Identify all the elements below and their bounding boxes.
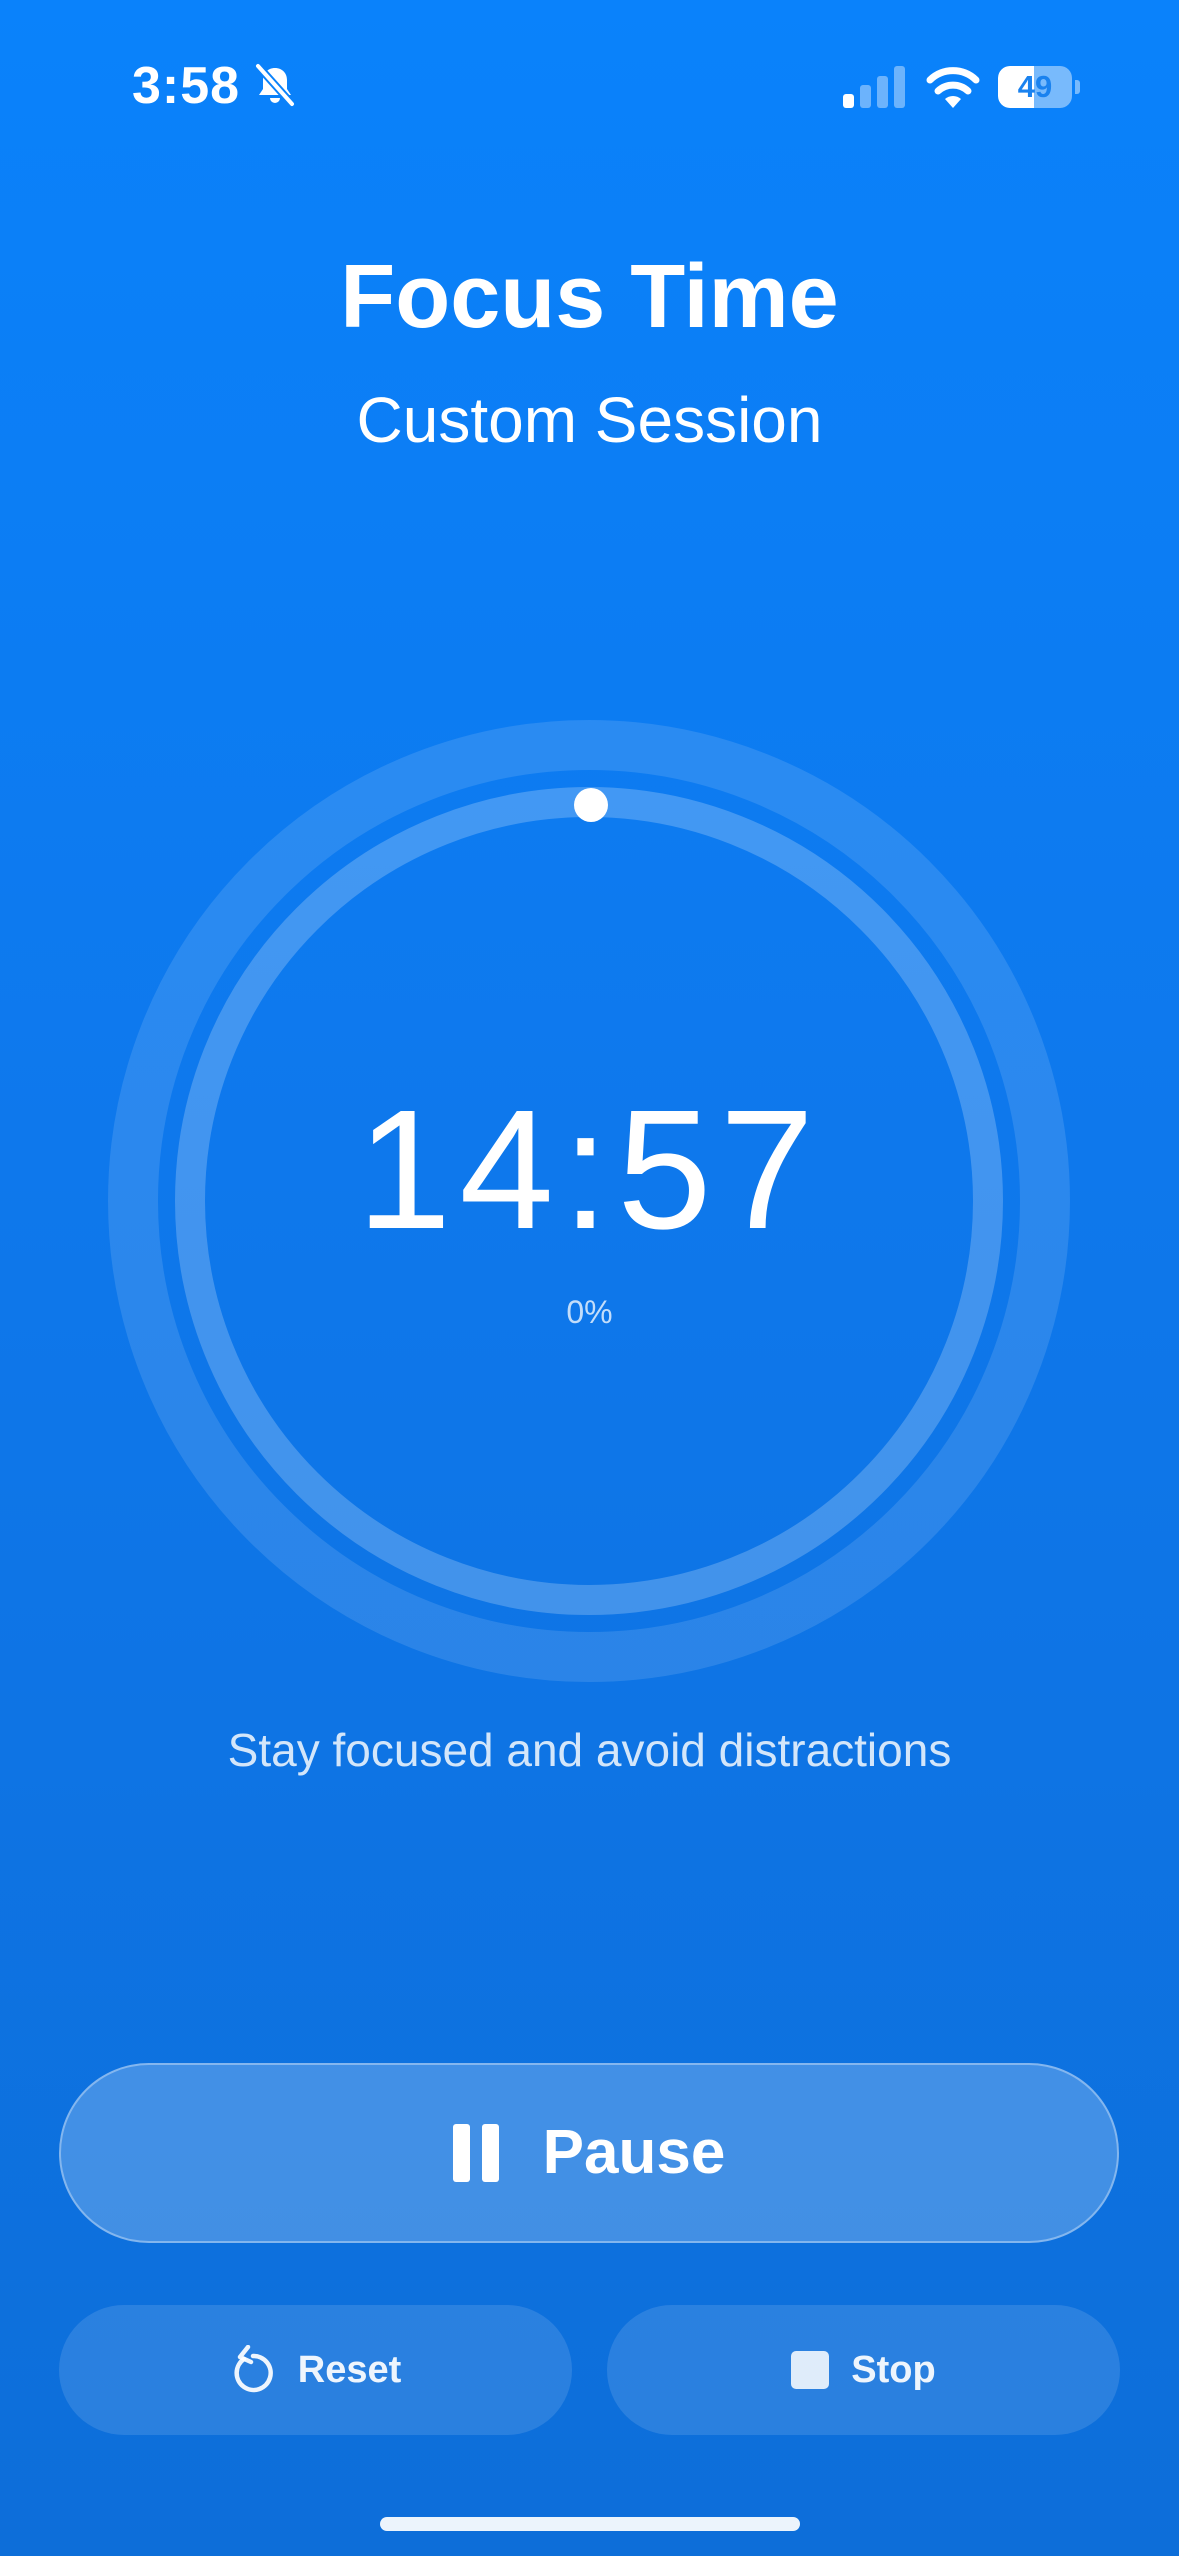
wifi-icon — [926, 67, 980, 108]
progress-percent: 0% — [566, 1294, 613, 1330]
stop-square-icon — [791, 2351, 830, 2389]
pause-button[interactable]: Pause — [59, 2063, 1119, 2243]
stop-label: Stop — [851, 2349, 936, 2391]
focus-hint: Stay focused and avoid distractions — [227, 1724, 952, 1776]
progress-knob — [574, 788, 608, 822]
reset-button[interactable]: Reset — [59, 2305, 572, 2435]
bell-slash-icon — [254, 62, 296, 108]
pause-icon — [452, 2124, 499, 2182]
cellular-signal-icon — [843, 66, 905, 108]
battery-level: 49 — [1017, 69, 1053, 104]
session-subtitle: Custom Session — [356, 384, 823, 456]
home-indicator[interactable] — [380, 2517, 800, 2531]
stop-button[interactable]: Stop — [607, 2305, 1120, 2435]
battery-tip — [1075, 80, 1080, 94]
pause-label: Pause — [542, 2118, 726, 2187]
page-title: Focus Time — [340, 247, 839, 347]
focus-timer-screen: 3:58 49 Focus Time Custom Session 14:57 … — [0, 0, 1179, 2556]
status-time: 3:58 — [132, 57, 241, 115]
reset-arrow-icon — [234, 2345, 273, 2393]
reset-label: Reset — [297, 2349, 402, 2391]
battery-indicator: 49 — [998, 66, 1080, 108]
timer-countdown: 14:57 — [356, 1075, 823, 1265]
